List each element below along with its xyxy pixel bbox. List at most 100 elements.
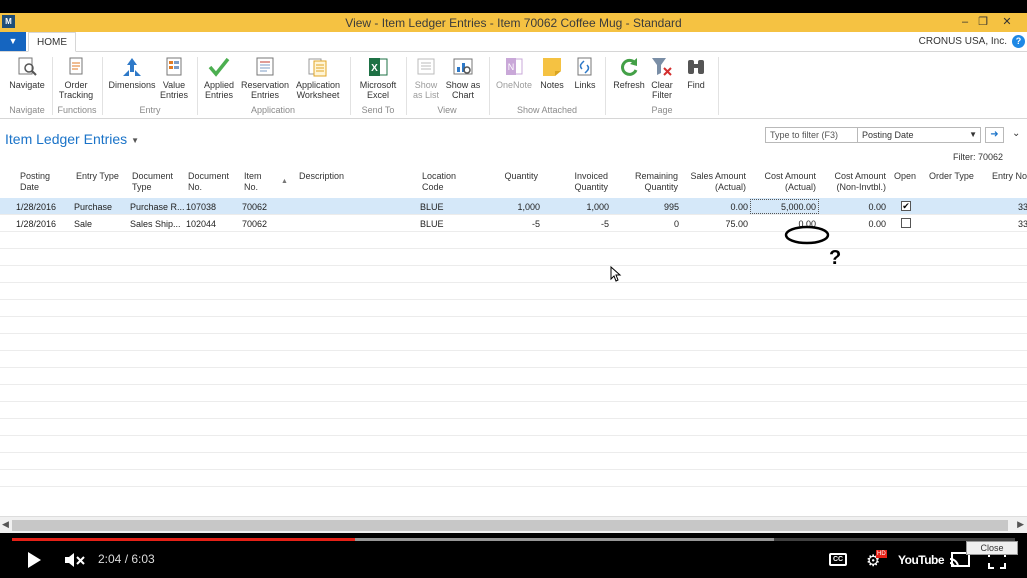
mouse-cursor-icon — [610, 266, 622, 282]
navigate-button[interactable]: Navigate — [7, 56, 47, 90]
open-checkbox[interactable]: ✔ — [901, 201, 911, 211]
tab-home[interactable]: HOME — [28, 32, 76, 52]
app-menu-button[interactable]: ▼ — [0, 32, 26, 51]
restore-icon[interactable]: ❐ — [974, 14, 992, 30]
reservation-entries-button[interactable]: Reservation Entries — [240, 56, 290, 100]
value-entries-icon — [166, 57, 182, 76]
close-button[interactable]: Close — [966, 541, 1018, 555]
find-label: Find — [687, 80, 705, 90]
show-list-label-1: Show — [414, 80, 438, 90]
cell-entry-no: 33 — [1018, 202, 1027, 212]
order-tracking-button[interactable]: Order Tracking — [56, 56, 96, 100]
application-worksheet-label-1: Application — [295, 80, 341, 90]
horizontal-scrollbar[interactable]: ◀ ▶ — [0, 516, 1027, 533]
collapse-chevron-icon[interactable]: ⌄ — [1012, 128, 1020, 139]
filter-box[interactable]: Type to filter (F3) Posting Date ▼ — [765, 127, 981, 143]
microsoft-excel-button[interactable]: X Microsoft Excel — [356, 56, 400, 100]
cell-quantity: 1,000 — [517, 202, 540, 212]
table-row[interactable]: 1/28/2016 Purchase Purchase R... 107038 … — [0, 198, 1027, 215]
page-title[interactable]: Item Ledger Entries ▼ — [5, 131, 139, 147]
table-row[interactable]: 1/28/2016 Sale Sales Ship... 102044 7006… — [0, 215, 1027, 232]
order-tracking-label-2: Tracking — [58, 90, 94, 100]
filter-input[interactable]: Type to filter (F3) — [770, 130, 838, 140]
page-title-text: Item Ledger Entries — [5, 131, 128, 147]
order-tracking-icon — [69, 57, 83, 75]
cell-item-no: 70062 — [242, 202, 268, 212]
clear-filter-icon — [652, 58, 672, 76]
col-description[interactable]: Description — [299, 171, 344, 182]
company-name[interactable]: CRONUS USA, Inc. — [919, 36, 1007, 47]
scroll-right-icon[interactable]: ▶ — [1017, 519, 1024, 530]
minimize-icon[interactable]: – — [956, 14, 974, 30]
col-order-type[interactable]: Order Type — [929, 171, 974, 182]
cell-location: BLUE — [420, 202, 444, 212]
chevron-down-icon[interactable]: ▼ — [131, 136, 139, 145]
col-location-code[interactable]: Location Code — [422, 171, 456, 193]
show-as-chart-button[interactable]: Show as Chart — [444, 56, 482, 100]
col-invoiced-quantity[interactable]: Invoiced Quantity — [548, 171, 608, 193]
onenote-button[interactable]: N OneNote — [494, 56, 534, 90]
col-document-type[interactable]: Document Type — [132, 171, 173, 193]
filter-field-select[interactable]: Posting Date ▼ — [857, 128, 981, 142]
empty-row — [0, 351, 1027, 368]
col-remaining-quantity[interactable]: Remaining Quantity — [616, 171, 678, 193]
help-icon[interactable]: ? — [1012, 35, 1025, 48]
col-sales-amount[interactable]: Sales Amount (Actual) — [684, 171, 746, 193]
cell-document-no: 102044 — [186, 219, 217, 229]
close-icon[interactable]: ✕ — [998, 14, 1016, 30]
played-bar — [12, 538, 356, 541]
empty-row — [0, 470, 1027, 487]
group-functions: Functions — [57, 105, 97, 115]
application-worksheet-button[interactable]: Application Worksheet — [293, 56, 343, 100]
col-document-no[interactable]: Document No. — [188, 171, 229, 193]
empty-row — [0, 419, 1027, 436]
svg-text:X: X — [371, 63, 378, 74]
col-quantity[interactable]: Quantity — [478, 171, 538, 182]
col-item-no[interactable]: Item No. — [244, 171, 262, 193]
cell-item-no: 70062 — [242, 219, 268, 229]
empty-row — [0, 317, 1027, 334]
group-show-attached: Show Attached — [516, 105, 578, 115]
col-entry-no[interactable]: Entry No — [992, 171, 1027, 182]
annotation-question-mark: ? — [829, 247, 841, 269]
col-posting-date[interactable]: Posting Date — [20, 171, 50, 193]
ribbon-divider — [718, 57, 719, 115]
title-bar: M View - Item Ledger Entries - Item 7006… — [0, 13, 1027, 32]
hd-badge: HD — [876, 550, 887, 558]
ribbon-divider — [406, 57, 407, 115]
captions-button[interactable]: CC — [829, 553, 847, 566]
clear-filter-button[interactable]: Clear Filter — [648, 56, 676, 100]
cell-remaining: 0 — [673, 219, 679, 229]
video-time: 2:04 / 6:03 — [98, 552, 155, 566]
cell-posting-date: 1/28/2016 — [15, 219, 56, 229]
scroll-left-icon[interactable]: ◀ — [2, 519, 9, 530]
value-entries-label-2: Entries — [159, 90, 188, 100]
open-checkbox[interactable] — [901, 218, 911, 228]
find-button[interactable]: Find — [682, 56, 710, 90]
show-list-label-2: as List — [412, 90, 439, 100]
value-entries-button[interactable]: Value Entries — [158, 56, 190, 100]
youtube-logo[interactable]: YouTube — [898, 553, 945, 567]
ribbon-divider — [197, 57, 198, 115]
cell-sales-amount: 75.00 — [725, 219, 748, 229]
dimensions-button[interactable]: Dimensions — [107, 56, 157, 90]
links-icon — [577, 57, 592, 76]
progress-bar[interactable] — [12, 538, 1015, 541]
col-open[interactable]: Open — [894, 171, 916, 182]
col-entry-type[interactable]: Entry Type — [76, 171, 119, 182]
cell-cost-nonin: 0.00 — [868, 202, 886, 212]
play-icon[interactable] — [26, 551, 42, 569]
filter-apply-button[interactable]: ➜ — [985, 127, 1004, 143]
value-entries-label-1: Value — [162, 80, 186, 90]
show-as-list-button[interactable]: Show as List — [410, 56, 442, 100]
refresh-button[interactable]: Refresh — [611, 56, 647, 90]
scroll-thumb[interactable] — [12, 520, 1008, 531]
col-cost-amount-actual[interactable]: Cost Amount (Actual) — [754, 171, 816, 193]
notes-button[interactable]: Notes — [538, 56, 566, 90]
ribbon-divider — [102, 57, 103, 115]
mute-icon[interactable] — [64, 551, 86, 569]
cell-document-type: Sales Ship... — [130, 219, 181, 229]
links-button[interactable]: Links — [571, 56, 599, 90]
applied-entries-button[interactable]: Applied Entries — [201, 56, 237, 100]
col-cost-amount-non-invtbl[interactable]: Cost Amount (Non-Invtbl.) — [820, 171, 886, 193]
